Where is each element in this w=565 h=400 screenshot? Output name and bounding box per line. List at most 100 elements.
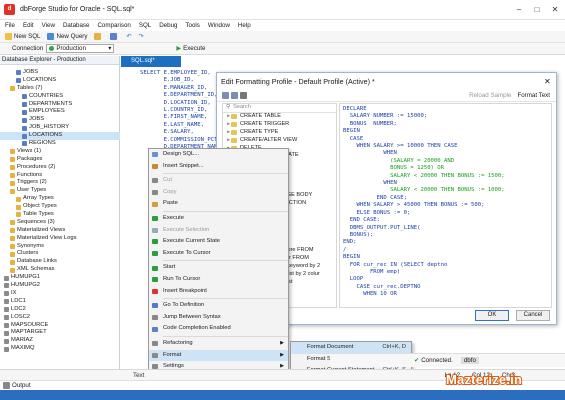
menu-window[interactable]: Window xyxy=(208,22,230,29)
tree-item[interactable]: HUMUPG1 xyxy=(0,274,120,282)
settings-icon[interactable] xyxy=(240,92,247,99)
submenu-item-format-document[interactable]: Format Document Ctrl+K, D xyxy=(291,342,411,354)
option-item[interactable]: ▸ CREATE/ALTER VIEW xyxy=(223,137,336,145)
option-item[interactable]: ▸ CREATE TRIGGER xyxy=(223,121,336,129)
text-mode[interactable]: Text xyxy=(133,372,144,379)
tree-item[interactable]: Sequences (3) xyxy=(0,219,120,227)
tree-item[interactable]: JOBS xyxy=(0,116,120,124)
tree-item[interactable]: Procedures (2) xyxy=(0,164,120,172)
tab-sql-file[interactable]: SQL.sql* xyxy=(121,56,181,67)
undo-button[interactable]: ↶ xyxy=(124,32,133,42)
tree-item[interactable]: Materialized View Logs xyxy=(0,235,120,243)
menu-edit[interactable]: Edit xyxy=(23,22,34,29)
tree-item[interactable]: Table Types xyxy=(0,211,120,219)
save-button[interactable] xyxy=(108,32,121,42)
tree-item[interactable]: LDC1 xyxy=(0,298,120,306)
tree-item[interactable]: EMPLOYEES xyxy=(0,108,120,116)
tree-item[interactable]: Clusters xyxy=(0,250,120,258)
tree-item[interactable]: MARIAZ xyxy=(0,337,120,345)
tree-item[interactable]: Views (1) xyxy=(0,148,120,156)
tree-item[interactable]: REGIONS xyxy=(0,140,120,148)
menu-item-run-to-cursor[interactable]: Run To Cursor xyxy=(149,274,288,286)
tree-item[interactable]: HUMUPG2 xyxy=(0,282,120,290)
menu-database[interactable]: Database xyxy=(63,22,90,29)
menu-tools[interactable]: Tools xyxy=(185,22,199,29)
new-query-button[interactable]: New Query xyxy=(45,32,89,42)
menu-item-label: Design SQL... xyxy=(163,151,200,157)
tree-item[interactable]: Database Links xyxy=(0,258,120,266)
menu-help[interactable]: Help xyxy=(238,22,251,29)
minimize-icon[interactable]: – xyxy=(512,4,526,15)
reload-sample-button[interactable]: Reload Sample xyxy=(469,92,511,99)
tree-item[interactable]: MAPTARGET xyxy=(0,329,120,337)
cancel-button[interactable]: Cancel xyxy=(516,310,550,321)
preview-line: END CASE; xyxy=(343,217,551,224)
menu-item-execute-current-state[interactable]: Execute Current State xyxy=(149,236,288,248)
menu-item-label: Paste xyxy=(163,200,178,207)
format-text-button[interactable]: Format Text xyxy=(517,92,550,99)
connection-select[interactable]: Production ▾ xyxy=(46,44,115,53)
options-search[interactable]: ⚲ Search xyxy=(223,104,336,113)
menu-item-label: Execute Selection xyxy=(163,226,210,233)
menu-item-format[interactable]: Format ▶ xyxy=(149,349,288,362)
tree-item[interactable]: Triggers (2) xyxy=(0,179,120,187)
tree-item[interactable]: Materialized Views xyxy=(0,227,120,235)
menu-item-label: Insert Snippet... xyxy=(163,162,204,169)
menu-view[interactable]: View xyxy=(42,22,55,29)
tree-item[interactable]: Functions xyxy=(0,172,120,180)
menu-item-jump-between-syntax[interactable]: Jump Between Syntax xyxy=(149,312,288,324)
submenu-shortcut: Ctrl+K, D xyxy=(382,344,406,350)
expand-icon[interactable] xyxy=(222,92,229,99)
redo-button[interactable]: ↷ xyxy=(137,32,146,42)
collapse-icon[interactable] xyxy=(231,92,238,99)
tree-item[interactable]: User Types xyxy=(0,187,120,195)
tree-item[interactable]: COUNTRIES xyxy=(0,93,120,101)
menu-item-start[interactable]: Start xyxy=(149,262,288,274)
ok-button[interactable]: OK xyxy=(475,310,509,321)
tree-item-label: LOCATIONS xyxy=(29,132,63,139)
tree-item[interactable]: LDC2 xyxy=(0,306,120,314)
menu-item-cut[interactable]: Cut xyxy=(149,175,288,187)
close-icon[interactable]: ✕ xyxy=(548,4,562,15)
menu-item-design-sql[interactable]: Design SQL... xyxy=(149,149,288,161)
menu-item-copy[interactable]: Copy xyxy=(149,187,288,199)
tree-item[interactable]: LOSC2 xyxy=(0,314,120,322)
menu-item-insert-snippet[interactable]: Insert Snippet... xyxy=(149,161,288,173)
tree-item[interactable]: MAPSOURCE xyxy=(0,322,120,330)
execute-button[interactable]: ▶ Execute xyxy=(174,44,207,54)
menu-item-paste[interactable]: Paste xyxy=(149,198,288,210)
editor-code[interactable]: SELECT E.EMPLOYEE_ID, E.JOB_ID, E.MANAGE… xyxy=(140,70,221,151)
tree-item[interactable]: Tables (7) xyxy=(0,85,120,93)
tree-item[interactable]: JOB_HISTORY xyxy=(0,124,120,132)
menu-item-insert-breakpoint[interactable]: Insert Breakpoint xyxy=(149,286,288,298)
dialog-close-icon[interactable]: ✕ xyxy=(544,77,551,86)
new-sql-button[interactable]: New SQL xyxy=(3,32,42,42)
menu-debug[interactable]: Debug xyxy=(159,22,177,29)
tree-item[interactable]: LOCATIONS xyxy=(0,132,120,141)
tree-item[interactable]: JOBS xyxy=(0,69,120,77)
tree-item[interactable]: Synonyms xyxy=(0,243,120,251)
menu-item-execute-selection[interactable]: Execute Selection xyxy=(149,225,288,237)
menu-comparison[interactable]: Comparison xyxy=(97,22,130,29)
tree-item[interactable]: Object Types xyxy=(0,203,120,211)
menu-item-refactoring[interactable]: Refactoring ▶ xyxy=(149,338,288,350)
option-item[interactable]: ▸ CREATE TYPE xyxy=(223,129,336,137)
open-button[interactable] xyxy=(92,32,105,42)
tree-item[interactable]: MAXIMQ xyxy=(0,345,120,353)
maximize-icon[interactable]: □ xyxy=(530,4,544,15)
menu-item-execute[interactable]: Execute xyxy=(149,213,288,225)
tree-item[interactable]: Packages xyxy=(0,156,120,164)
menu-item-go-to-definition[interactable]: Go To Definition xyxy=(149,300,288,312)
tree-item[interactable]: DEPARTMENTS xyxy=(0,101,120,109)
menu-sql[interactable]: SQL xyxy=(139,22,151,29)
tree-item[interactable]: XML Schemas xyxy=(0,266,120,274)
tree-item[interactable]: LOCATIONS xyxy=(0,77,120,85)
menu-item-execute-to-cursor[interactable]: Execute To Cursor xyxy=(149,248,288,260)
tree-item[interactable]: IX xyxy=(0,290,120,298)
option-label: CREATE TYPE xyxy=(240,128,279,135)
menu-file[interactable]: File xyxy=(5,22,15,29)
table-icon xyxy=(22,102,27,107)
tree-item[interactable]: Array Types xyxy=(0,195,120,203)
menu-item-code-completion-enabled[interactable]: Code Completion Enabled xyxy=(149,323,288,335)
option-item[interactable]: ▸ CREATE TABLE xyxy=(223,113,336,121)
